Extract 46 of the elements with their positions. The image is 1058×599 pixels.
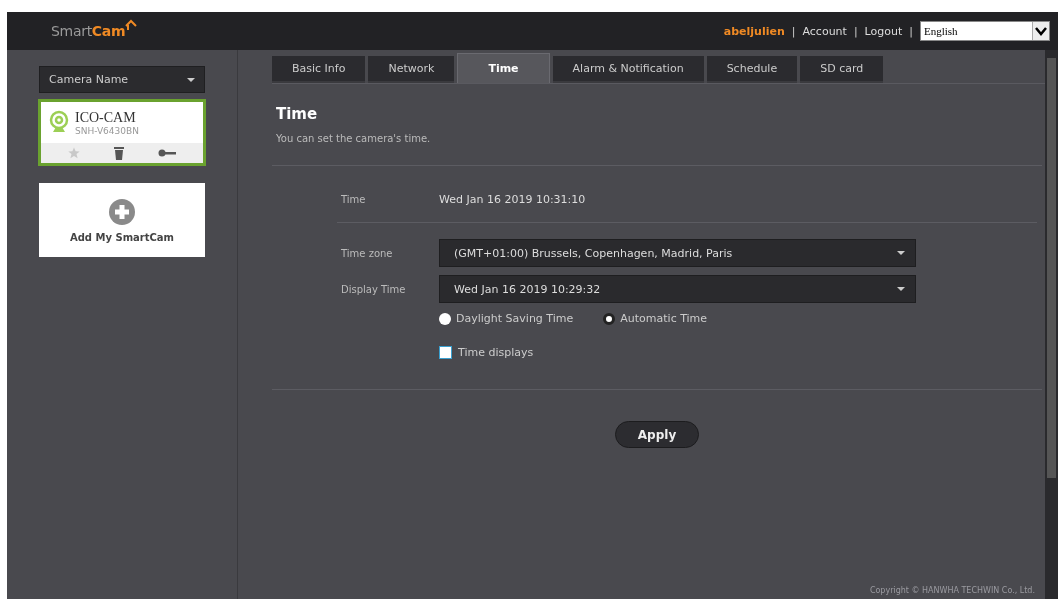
section-title: Time [276,105,319,123]
checkbox-label: Time displays [458,346,534,359]
header-link[interactable]: Account [802,24,847,38]
apply-button[interactable]: Apply [615,421,699,448]
tab[interactable]: Basic Info [272,56,366,83]
camera-model: SNH-V6430BN [75,126,139,136]
checkbox[interactable] [439,346,452,359]
tab[interactable]: SD card [800,56,884,83]
header-link[interactable]: Logout [864,24,903,38]
house-roof-icon [125,19,138,31]
caret-icon [897,287,905,291]
camera-name: ICO-CAM [75,110,137,126]
tab[interactable]: Schedule [706,56,798,83]
copyright-text: Copyright © HANWHA TECHWIN Co., Ltd. [869,586,1035,595]
separator: | [791,24,796,38]
display-time-dropdown[interactable]: Wed Jan 16 2019 10:29:32 [439,275,916,303]
add-camera-label: Add My SmartCam [69,231,175,243]
timezone-dropdown[interactable]: (GMT+01:00) Brussels, Copenhagen, Madrid, Paris [439,239,916,267]
time-value: Wed Jan 16 2019 10:31:10 [439,193,586,206]
camera-card[interactable]: ICO-CAM SNH-V6430BN [38,99,206,166]
star-icon[interactable] [68,147,80,159]
caret-icon [897,251,905,255]
camera-select[interactable]: Camera Name [39,66,205,93]
radio-label: Automatic Time [620,312,708,325]
field-label: Display Time [340,283,407,295]
trash-icon[interactable] [114,146,124,160]
field-label: Time zone [340,247,394,259]
add-icon [108,197,136,226]
radio-button[interactable] [603,312,616,325]
username[interactable]: abeljulien [723,24,785,38]
separator: | [909,24,913,38]
tab[interactable]: Alarm & Notification [552,56,704,83]
radio-button[interactable] [439,312,451,325]
caret-icon [187,77,195,82]
chevron-down-icon [1032,22,1049,40]
language-select[interactable]: English [920,21,1050,41]
tab[interactable]: Network [368,56,455,83]
tab[interactable]: Time [457,53,550,83]
field-label: Time [340,194,367,205]
add-camera-card[interactable]: Add My SmartCam [39,183,205,257]
separator: | [853,24,858,38]
scrollbar[interactable] [1045,50,1058,599]
key-icon[interactable] [158,149,176,157]
radio-label: Daylight Saving Time [456,312,574,325]
logo: SmartCam [51,23,126,39]
section-description: You can set the camera's time. [276,133,432,144]
